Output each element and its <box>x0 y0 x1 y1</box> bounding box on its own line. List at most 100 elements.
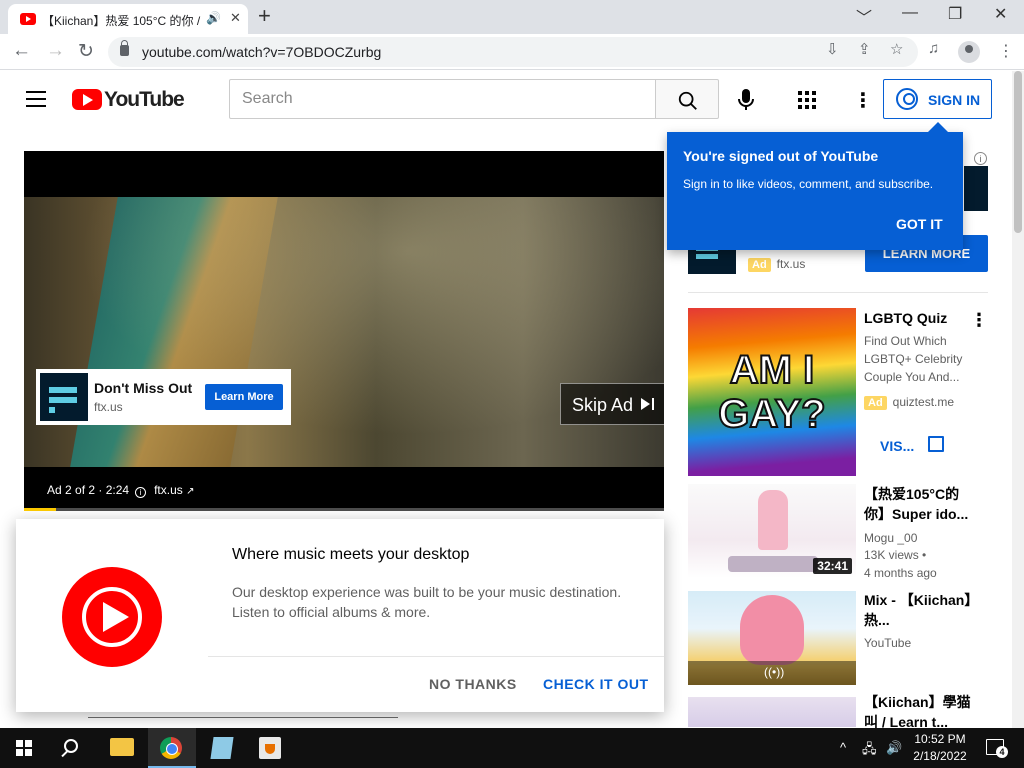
youtube-logo-icon[interactable] <box>72 89 102 110</box>
taskbar-clock[interactable]: 10:52 PM 2/18/2022 <box>904 731 976 765</box>
video-channel[interactable]: YouTube <box>864 634 911 652</box>
quiz-ad-title[interactable]: LGBTQ Quiz <box>864 310 947 326</box>
skip-ad-label: Skip Ad <box>572 395 634 415</box>
new-tab-button[interactable]: + <box>258 3 271 29</box>
ad-info-icon[interactable]: i <box>974 152 987 165</box>
sign-in-button[interactable]: SIGN IN <box>883 79 992 119</box>
account-circle-icon <box>896 88 918 110</box>
got-it-button[interactable]: GOT IT <box>896 216 943 232</box>
media-control-icon[interactable]: ♫ <box>928 40 939 57</box>
java-icon[interactable] <box>246 728 294 768</box>
tooltip-heading: You're signed out of YouTube <box>683 148 879 164</box>
video-title[interactable]: 【Kiichan】學猫叫 / Learn t... <box>864 692 974 732</box>
skip-ad-button[interactable]: Skip Ad <box>560 383 664 425</box>
video-title[interactable]: 【热爱105°C的你】Super ido... <box>864 484 974 524</box>
forward-button[interactable]: → <box>46 40 65 62</box>
page-scrollbar[interactable] <box>1012 71 1024 728</box>
microphone-icon[interactable] <box>736 88 756 112</box>
ad-info-bar: Ad 2 of 2 · 2:24 i ftx.us ↗ <box>47 483 194 498</box>
video-duration: 32:41 <box>813 558 852 574</box>
quiz-ad-meta: Ad quiztest.me <box>864 395 954 410</box>
video-thumbnail[interactable] <box>688 697 856 727</box>
profile-avatar-icon[interactable] <box>958 41 980 63</box>
video-thumbnail[interactable]: 32:41 <box>688 484 856 578</box>
visit-site-button[interactable]: VIS... <box>864 430 960 462</box>
notepad-icon[interactable] <box>198 728 246 768</box>
search-button[interactable] <box>655 79 719 119</box>
video-title[interactable]: Mix - 【Kiichan】热... <box>864 590 974 630</box>
restore-button[interactable]: ❐ <box>948 4 962 24</box>
quiz-ad-thumbnail[interactable]: AM I GAY? <box>688 308 856 476</box>
ftx-logo-icon <box>40 373 88 421</box>
promo-body: Our desktop experience was built to be y… <box>232 584 622 620</box>
mix-radio-icon: ((•)) <box>764 665 785 679</box>
lock-icon[interactable] <box>120 40 129 56</box>
taskbar-search-icon[interactable] <box>64 739 78 753</box>
quiz-ad-domain: quiztest.me <box>892 395 955 409</box>
overlay-learn-more-button[interactable]: Learn More <box>205 384 283 410</box>
video-thumbnail[interactable]: ((•)) <box>688 591 856 685</box>
close-window-button[interactable]: ✕ <box>994 4 1007 24</box>
search-input[interactable] <box>229 79 656 119</box>
browser-menu-icon[interactable]: ⋮ <box>998 41 1014 61</box>
sign-in-label: SIGN IN <box>928 92 981 108</box>
browser-tab-strip: 【Kiichan】热爱 105°C 的你 / 🔊 ✕ + ﹀ — ❐ ✕ <box>0 0 1024 34</box>
tab-search-icon[interactable]: ﹀ <box>856 4 872 28</box>
minimize-button[interactable]: — <box>902 4 918 22</box>
video-age: 4 months ago <box>864 566 937 580</box>
tab-close-icon[interactable]: ✕ <box>230 10 241 26</box>
music-promo-dialog: Where music meets your desktop Our deskt… <box>16 519 664 712</box>
more-options-icon[interactable]: ⋮ <box>970 310 988 331</box>
quiz-thumbnail-text: AM I GAY? <box>717 347 826 437</box>
scrollbar-thumb[interactable] <box>1014 71 1022 233</box>
progress-fill <box>24 508 56 511</box>
divider <box>208 656 664 657</box>
external-link-icon[interactable]: ↗ <box>186 486 194 497</box>
youtube-music-logo-icon <box>62 567 162 667</box>
ad-info-icon[interactable]: i <box>135 487 147 498</box>
ad-domain-link[interactable]: ftx.us <box>154 483 183 497</box>
ad-badge: Ad <box>864 396 887 410</box>
notification-count: 4 <box>996 746 1008 758</box>
progress-bar[interactable] <box>24 508 664 511</box>
hamburger-menu-icon[interactable] <box>26 91 46 107</box>
companion-ad-meta: Ad ftx.us <box>748 257 805 272</box>
video-frame[interactable] <box>24 197 664 467</box>
check-it-out-button[interactable]: CHECK IT OUT <box>543 676 649 692</box>
tooltip-body: Sign in to like videos, comment, and sub… <box>683 177 934 191</box>
clock-time: 10:52 PM <box>914 732 966 746</box>
share-icon[interactable]: ⇪ <box>858 40 871 58</box>
youtube-wordmark[interactable]: YouTube <box>104 88 185 112</box>
file-explorer-icon[interactable] <box>98 728 146 768</box>
promo-title: Where music meets your desktop <box>232 546 470 563</box>
chrome-icon[interactable] <box>148 728 196 768</box>
windows-start-icon[interactable] <box>16 740 32 756</box>
ad-badge: Ad <box>748 258 771 272</box>
video-channel[interactable]: Mogu _00 <box>864 529 917 547</box>
apps-grid-icon[interactable] <box>798 91 816 109</box>
address-bar[interactable]: youtube.com/watch?v=7OBDOCZurbg <box>108 37 918 67</box>
network-icon[interactable]: 🖧 <box>862 740 877 762</box>
companion-banner[interactable] <box>964 166 988 211</box>
overlay-ad-domain: ftx.us <box>94 400 123 414</box>
browser-tab[interactable]: 【Kiichan】热爱 105°C 的你 / 🔊 ✕ <box>8 4 248 34</box>
skip-next-icon <box>641 398 650 410</box>
tray-chevron-icon[interactable]: ^ <box>840 740 846 755</box>
speaker-icon[interactable]: 🔊 <box>206 11 221 25</box>
youtube-favicon-icon <box>20 13 36 25</box>
video-player[interactable]: Don't Miss Out ftx.us Learn More Skip Ad… <box>24 151 664 511</box>
install-icon[interactable]: ⇩ <box>826 40 839 58</box>
volume-icon[interactable]: 🔊 <box>886 740 902 756</box>
windows-taskbar: ^ 🖧 🔊 10:52 PM 2/18/2022 4 <box>0 728 1024 768</box>
browser-toolbar: ← → ↻ youtube.com/watch?v=7OBDOCZurbg ⇩ … <box>0 34 1024 70</box>
url-text[interactable]: youtube.com/watch?v=7OBDOCZurbg <box>142 44 381 60</box>
reload-button[interactable]: ↻ <box>78 40 94 63</box>
star-icon[interactable]: ☆ <box>890 40 903 58</box>
ad-counter: Ad 2 of 2 · 2:24 <box>47 483 130 497</box>
back-button[interactable]: ← <box>12 40 31 62</box>
divider <box>688 292 988 293</box>
video-views: 13K views • <box>864 548 927 562</box>
settings-more-icon[interactable]: ⋮ <box>853 88 873 113</box>
overlay-ad-card[interactable]: Don't Miss Out ftx.us Learn More <box>36 369 291 425</box>
no-thanks-button[interactable]: NO THANKS <box>429 676 517 692</box>
